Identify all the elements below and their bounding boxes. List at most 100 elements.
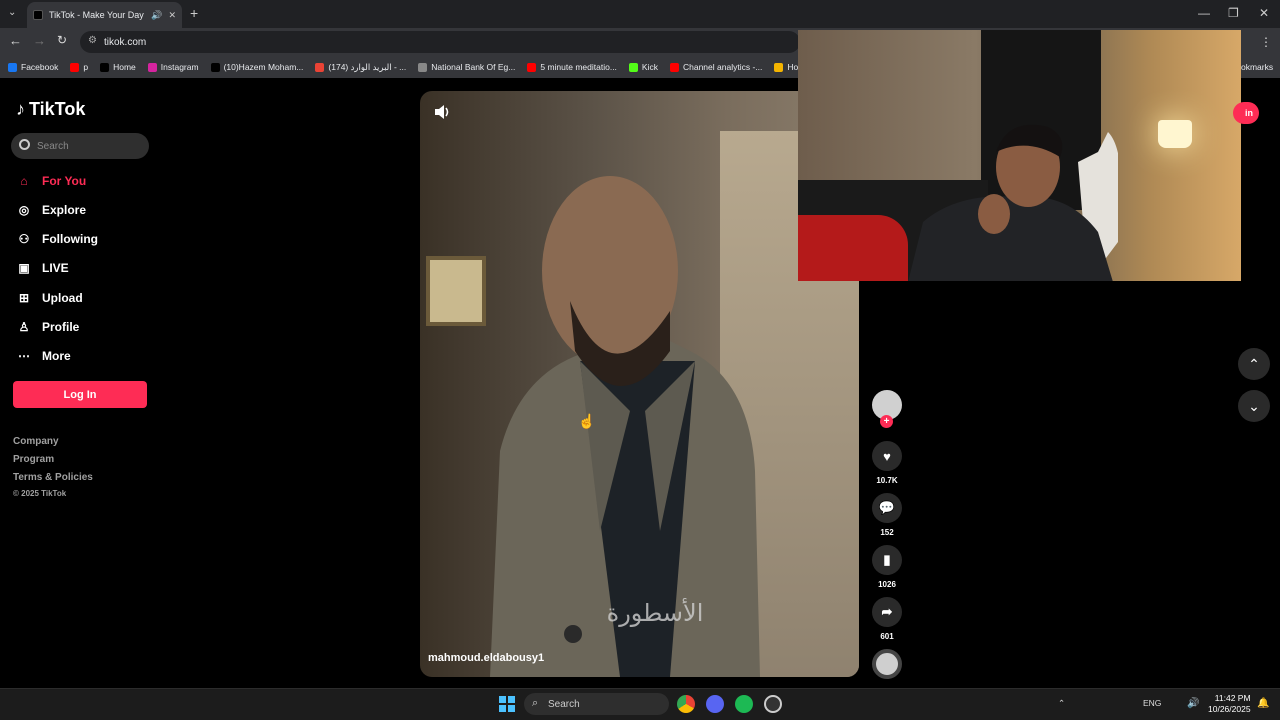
share-count: 601 [880, 632, 894, 641]
compass-icon: ◎ [18, 203, 30, 217]
discord-icon[interactable] [706, 695, 724, 713]
sidebar-item-live[interactable]: ▣ LIVE [16, 258, 69, 278]
bookmark-favicon-icon [70, 62, 80, 72]
bookmark-item[interactable]: 5 minute meditatio... [527, 62, 617, 72]
tiktok-logo[interactable]: ♪ TikTok [16, 99, 85, 120]
language-indicator[interactable]: ENG [1143, 698, 1161, 708]
search-icon [19, 139, 30, 150]
clock-date: 10/26/2025 [1208, 704, 1251, 714]
upload-icon: ⊞ [18, 291, 30, 305]
windows-start-icon[interactable] [499, 696, 515, 712]
bookmark-label: Kick [641, 62, 658, 72]
spotify-icon[interactable] [735, 695, 753, 713]
forward-button[interactable]: → [33, 33, 46, 48]
browser-tab[interactable]: TikTok - Make Your Day 🔊 ✕ [27, 2, 182, 28]
volume-icon[interactable] [433, 104, 451, 125]
tray-overflow-icon[interactable]: ⌃ [1058, 698, 1065, 709]
bookmark-item[interactable]: Kick [628, 62, 658, 72]
video-player[interactable]: الأسطورة [420, 91, 859, 677]
sidebar-item-label: Explore [42, 203, 87, 217]
save-action[interactable]: ▮ 1026 [872, 545, 902, 589]
taskbar-search-placeholder: Search [548, 698, 580, 710]
next-video-button[interactable]: ⌄ [1238, 390, 1270, 422]
bookmark-item[interactable]: National Bank Of Eg... [418, 62, 515, 72]
tiktok-note-icon: ♪ [16, 99, 25, 119]
bookmark-label: National Bank Of Eg... [431, 62, 516, 72]
restore-button[interactable]: ❐ [1228, 6, 1239, 20]
bookmark-favicon-icon [774, 62, 784, 72]
back-button[interactable]: ← [9, 33, 22, 48]
sidebar-item-for-you[interactable]: ⌂ For You [16, 171, 86, 191]
following-icon: ⚇ [18, 232, 30, 246]
bookmark-label: Facebook [21, 62, 59, 72]
bookmark-favicon-icon [418, 62, 428, 72]
mouse-cursor-icon: ☝ [578, 413, 596, 429]
site-info-icon[interactable]: ⚙ [88, 35, 97, 46]
sidebar-item-upload[interactable]: ⊞ Upload [16, 288, 83, 308]
heart-icon[interactable]: ♥ [872, 441, 902, 471]
bookmark-item[interactable]: (10)Hazem Moham... [210, 62, 304, 72]
bookmark-icon[interactable]: ▮ [872, 545, 902, 575]
address-bar[interactable]: ⚙ tikok.com [80, 31, 800, 53]
minimize-button[interactable]: — [1198, 6, 1210, 20]
footer-link-company[interactable]: Company [13, 436, 59, 447]
sidebar-item-profile[interactable]: ♙ Profile [16, 317, 80, 337]
picture-frame [426, 256, 486, 326]
sidebar-item-following[interactable]: ⚇ Following [16, 229, 98, 249]
comment-action[interactable]: 💬 152 [872, 493, 902, 537]
signin-button[interactable]: in [1233, 102, 1259, 124]
close-window-button[interactable]: ✕ [1259, 6, 1269, 20]
bookmark-label: Instagram [160, 62, 199, 72]
sidebar-item-more[interactable]: ⋯ More [16, 346, 71, 366]
bookmark-item[interactable]: p [70, 62, 88, 72]
footer-link-terms[interactable]: Terms & Policies [13, 472, 93, 483]
browser-menu-icon[interactable]: ⋮ [1260, 35, 1272, 49]
sidebar-item-explore[interactable]: ◎ Explore [16, 200, 86, 220]
sidebar-item-label: LIVE [42, 261, 69, 275]
footer-link-program[interactable]: Program [13, 454, 54, 465]
tab-audio-icon[interactable]: 🔊 [151, 10, 162, 21]
notification-icon[interactable]: 🔔 [1257, 698, 1269, 709]
copyright-text: © 2025 TikTok [13, 489, 67, 498]
share-action[interactable]: ➦ 601 [872, 597, 902, 641]
bookmark-label: (10)Hazem Moham... [223, 62, 304, 72]
follow-plus-icon[interactable]: + [880, 415, 893, 428]
bookmark-item[interactable]: Facebook [8, 62, 58, 72]
like-action[interactable]: ♥ 10.7K [872, 441, 902, 485]
comment-count: 152 [880, 528, 894, 537]
speaker-icon[interactable]: 🔊 [1187, 698, 1199, 709]
bookmark-label: Home [113, 62, 136, 72]
reload-button[interactable]: ↻ [57, 33, 67, 47]
all-bookmarks-label[interactable]: okmarks [1241, 62, 1273, 72]
tab-search-icon[interactable]: ⌄ [8, 7, 16, 18]
share-icon[interactable]: ➦ [872, 597, 902, 627]
bookmark-item[interactable]: (174) البريد الوارد - ... [315, 62, 406, 73]
taskbar-clock[interactable]: 11:42 PM 10/26/2025 [1208, 693, 1251, 715]
url-text: tikok.com [104, 36, 147, 48]
sidebar-item-label: Following [42, 232, 98, 246]
comment-icon[interactable]: 💬 [872, 493, 902, 523]
video-username[interactable]: mahmoud.eldabousy1 [428, 652, 544, 664]
tab-close-icon[interactable]: ✕ [168, 10, 176, 21]
taskbar-search-input[interactable]: ⌕ Search [524, 693, 669, 715]
bookmark-label: Channel analytics -... [682, 62, 763, 72]
bookmark-item[interactable]: Home [100, 62, 136, 72]
chrome-icon[interactable] [677, 695, 695, 713]
app-icon[interactable] [764, 695, 782, 713]
login-button[interactable]: Log In [13, 381, 147, 408]
new-tab-button[interactable]: + [190, 5, 198, 21]
red-blanket [798, 215, 908, 281]
previous-video-button[interactable]: ⌃ [1238, 348, 1270, 380]
bookmark-favicon-icon [100, 62, 110, 72]
bookmark-item[interactable]: Instagram [147, 62, 199, 72]
music-disc-icon[interactable] [872, 649, 902, 679]
lamp [1158, 120, 1192, 148]
save-count: 1026 [878, 580, 896, 589]
video-subject-image: الأسطورة [490, 176, 760, 677]
search-input[interactable]: Search [11, 133, 149, 159]
bookmark-item[interactable]: Channel analytics -... [669, 62, 763, 72]
taskbar-search-icon: ⌕ [532, 697, 539, 709]
video-caption-overlay: الأسطورة [607, 598, 704, 627]
sidebar-item-label: Profile [42, 320, 80, 334]
like-count: 10.7K [876, 476, 898, 485]
